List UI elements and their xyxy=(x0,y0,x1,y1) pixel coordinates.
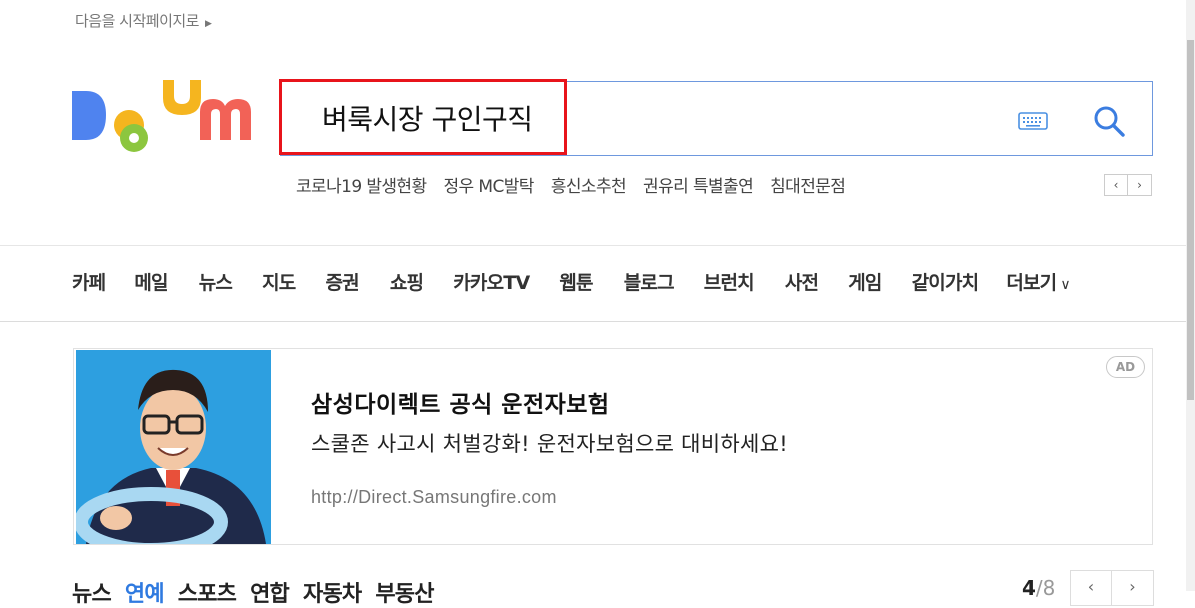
ad-person-illustration xyxy=(76,350,271,544)
issue-item[interactable]: 정우 MC발탁 xyxy=(444,172,535,197)
tab-entertainment[interactable]: 연예 xyxy=(125,576,165,608)
tab-sports[interactable]: 스포츠 xyxy=(178,576,237,608)
nav-together[interactable]: 같이가치 xyxy=(912,268,980,295)
chevron-right-icon[interactable]: › xyxy=(1112,570,1154,606)
nav-stock[interactable]: 증권 xyxy=(326,268,360,295)
ad-description: 스쿨존 사고시 처벌강화! 운전자보험으로 대비하세요! xyxy=(311,432,788,456)
issue-item[interactable]: 침대전문점 xyxy=(770,172,846,197)
realtime-issues: 코로나19 발생현황 정우 MC발탁 흥신소추천 권유리 특별출연 침대전문점 xyxy=(296,172,846,197)
nav-news[interactable]: 뉴스 xyxy=(199,268,233,295)
tab-realestate[interactable]: 부동산 xyxy=(375,576,434,608)
issue-prev-button[interactable]: ‹ xyxy=(1104,174,1128,196)
ad-image[interactable] xyxy=(76,350,271,544)
search-query-highlight xyxy=(279,79,567,155)
daum-logo[interactable] xyxy=(72,76,267,160)
nav-webtoon[interactable]: 웹툰 xyxy=(559,268,593,295)
nav-more[interactable]: 더보기 ∨ xyxy=(1006,268,1070,295)
news-page-total: /8 xyxy=(1035,576,1056,600)
set-homepage-link[interactable]: 다음을 시작페이지로 ▶ xyxy=(75,10,212,31)
ad-url[interactable]: http://Direct.Samsungfire.com xyxy=(311,487,557,508)
nav-cafe[interactable]: 카페 xyxy=(72,268,106,295)
issue-item[interactable]: 코로나19 발생현황 xyxy=(296,172,427,197)
issue-next-button[interactable]: › xyxy=(1128,174,1152,196)
issue-item[interactable]: 흥신소추천 xyxy=(551,172,627,197)
tab-news[interactable]: 뉴스 xyxy=(72,576,112,608)
scrollbar-thumb[interactable] xyxy=(1187,40,1194,400)
nav-kakaotv[interactable]: 카카오TV xyxy=(453,268,530,295)
set-home-label: 다음을 시작페이지로 xyxy=(75,12,199,30)
nav-map[interactable]: 지도 xyxy=(262,268,296,295)
news-tabs: 뉴스 연예 스포츠 연합 자동차 부동산 xyxy=(72,576,434,608)
news-pager: ‹ › xyxy=(1070,570,1154,606)
nav-blog[interactable]: 블로그 xyxy=(624,268,675,295)
search-icon[interactable] xyxy=(1092,104,1126,138)
news-page-current: 4 xyxy=(1022,576,1036,600)
keyboard-icon[interactable] xyxy=(1018,111,1048,131)
nav-more-label: 더보기 xyxy=(1006,272,1057,294)
divider xyxy=(0,245,1195,246)
tab-yonhap[interactable]: 연합 xyxy=(250,576,290,608)
caret-right-icon: ▶ xyxy=(204,19,212,29)
nav-brunch[interactable]: 브런치 xyxy=(704,268,755,295)
service-nav: 카페 메일 뉴스 지도 증권 쇼핑 카카오TV 웹툰 블로그 브런치 사전 게임… xyxy=(72,268,1071,295)
nav-mail[interactable]: 메일 xyxy=(134,268,168,295)
issue-item[interactable]: 권유리 특별출연 xyxy=(643,172,754,197)
tab-auto[interactable]: 자동차 xyxy=(303,576,362,608)
divider xyxy=(0,321,1195,322)
nav-dictionary[interactable]: 사전 xyxy=(785,268,819,295)
nav-shopping[interactable]: 쇼핑 xyxy=(390,268,424,295)
chevron-down-icon: ∨ xyxy=(1060,277,1070,293)
chevron-left-icon[interactable]: ‹ xyxy=(1070,570,1112,606)
nav-game[interactable]: 게임 xyxy=(848,268,882,295)
ad-title[interactable]: 삼성다이렉트 공식 운전자보험 xyxy=(311,385,610,419)
issue-pager: ‹ › xyxy=(1104,174,1152,196)
ad-badge: AD xyxy=(1106,356,1145,378)
news-page-indicator: 4/8 xyxy=(1022,576,1055,600)
